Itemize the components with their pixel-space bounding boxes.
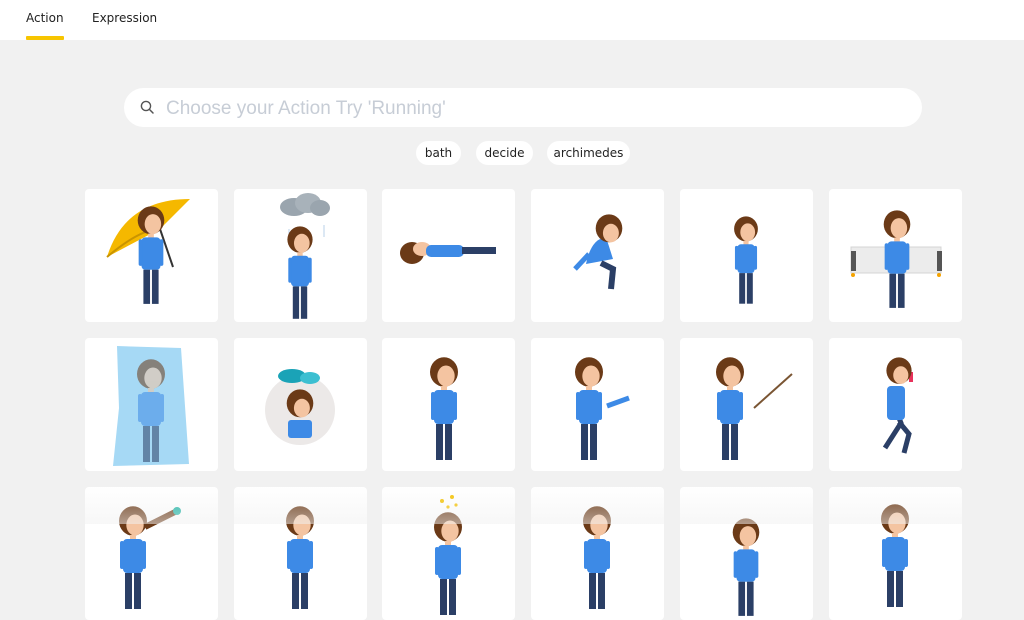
side-looking-illustration-icon xyxy=(881,504,909,607)
suggestion-chip-archimedes[interactable]: archimedes xyxy=(547,141,630,165)
standing-front-illustration-icon xyxy=(583,506,611,609)
presenting-stick-illustration-icon xyxy=(716,357,793,460)
rain-cloud-illustration-icon xyxy=(280,193,330,319)
umbrella-illustration-icon xyxy=(106,199,190,304)
action-card-jetpack[interactable] xyxy=(829,189,962,322)
action-card-pointing[interactable] xyxy=(531,338,664,471)
search-bar xyxy=(124,88,922,127)
suggestion-chip-decide[interactable]: decide xyxy=(476,141,533,165)
standing-small-illustration-icon xyxy=(732,518,760,616)
top-navigation: Action Expression xyxy=(0,0,1024,40)
suggestion-chip-bath[interactable]: bath xyxy=(416,141,461,165)
pointing-illustration-icon xyxy=(575,357,630,460)
side-profile-illustration-icon xyxy=(286,506,314,609)
action-card-bending-forward[interactable] xyxy=(531,189,664,322)
action-card-lying-down[interactable] xyxy=(382,189,515,322)
frozen-illustration-icon xyxy=(113,346,189,466)
running-whistle-illustration-icon xyxy=(882,357,913,454)
action-card-standing-small[interactable] xyxy=(680,487,813,620)
action-card-rain-cloud[interactable] xyxy=(234,189,367,322)
tab-expression[interactable]: Expression xyxy=(92,11,157,25)
action-card-running-whistle[interactable] xyxy=(829,338,962,471)
tab-action[interactable]: Action xyxy=(26,11,64,40)
sparkle-idea-illustration-icon xyxy=(434,495,462,615)
action-card-umbrella[interactable] xyxy=(85,189,218,322)
action-card-standing-sad[interactable] xyxy=(680,189,813,322)
action-card-telescope[interactable] xyxy=(85,487,218,620)
action-card-side-standing[interactable] xyxy=(382,338,515,471)
action-card-gloomy-cloud-avatar[interactable] xyxy=(234,338,367,471)
action-card-side-looking[interactable] xyxy=(829,487,962,620)
action-card-frozen[interactable] xyxy=(85,338,218,471)
gloomy-cloud-avatar-illustration-icon xyxy=(265,369,335,445)
side-standing-illustration-icon xyxy=(430,357,458,460)
telescope-illustration-icon xyxy=(119,506,181,609)
action-card-sparkle-idea[interactable] xyxy=(382,487,515,620)
jetpack-illustration-icon xyxy=(850,210,942,308)
suggestion-chips: bath decide archimedes xyxy=(0,141,1024,165)
search-input[interactable] xyxy=(164,94,908,123)
action-card-side-profile[interactable] xyxy=(234,487,367,620)
search-icon xyxy=(140,100,154,114)
standing-sad-illustration-icon xyxy=(734,216,758,304)
action-card-standing-front[interactable] xyxy=(531,487,664,620)
bending-forward-illustration-icon xyxy=(573,214,623,290)
lying-down-illustration-icon xyxy=(400,242,496,264)
action-card-presenting-stick[interactable] xyxy=(680,338,813,471)
